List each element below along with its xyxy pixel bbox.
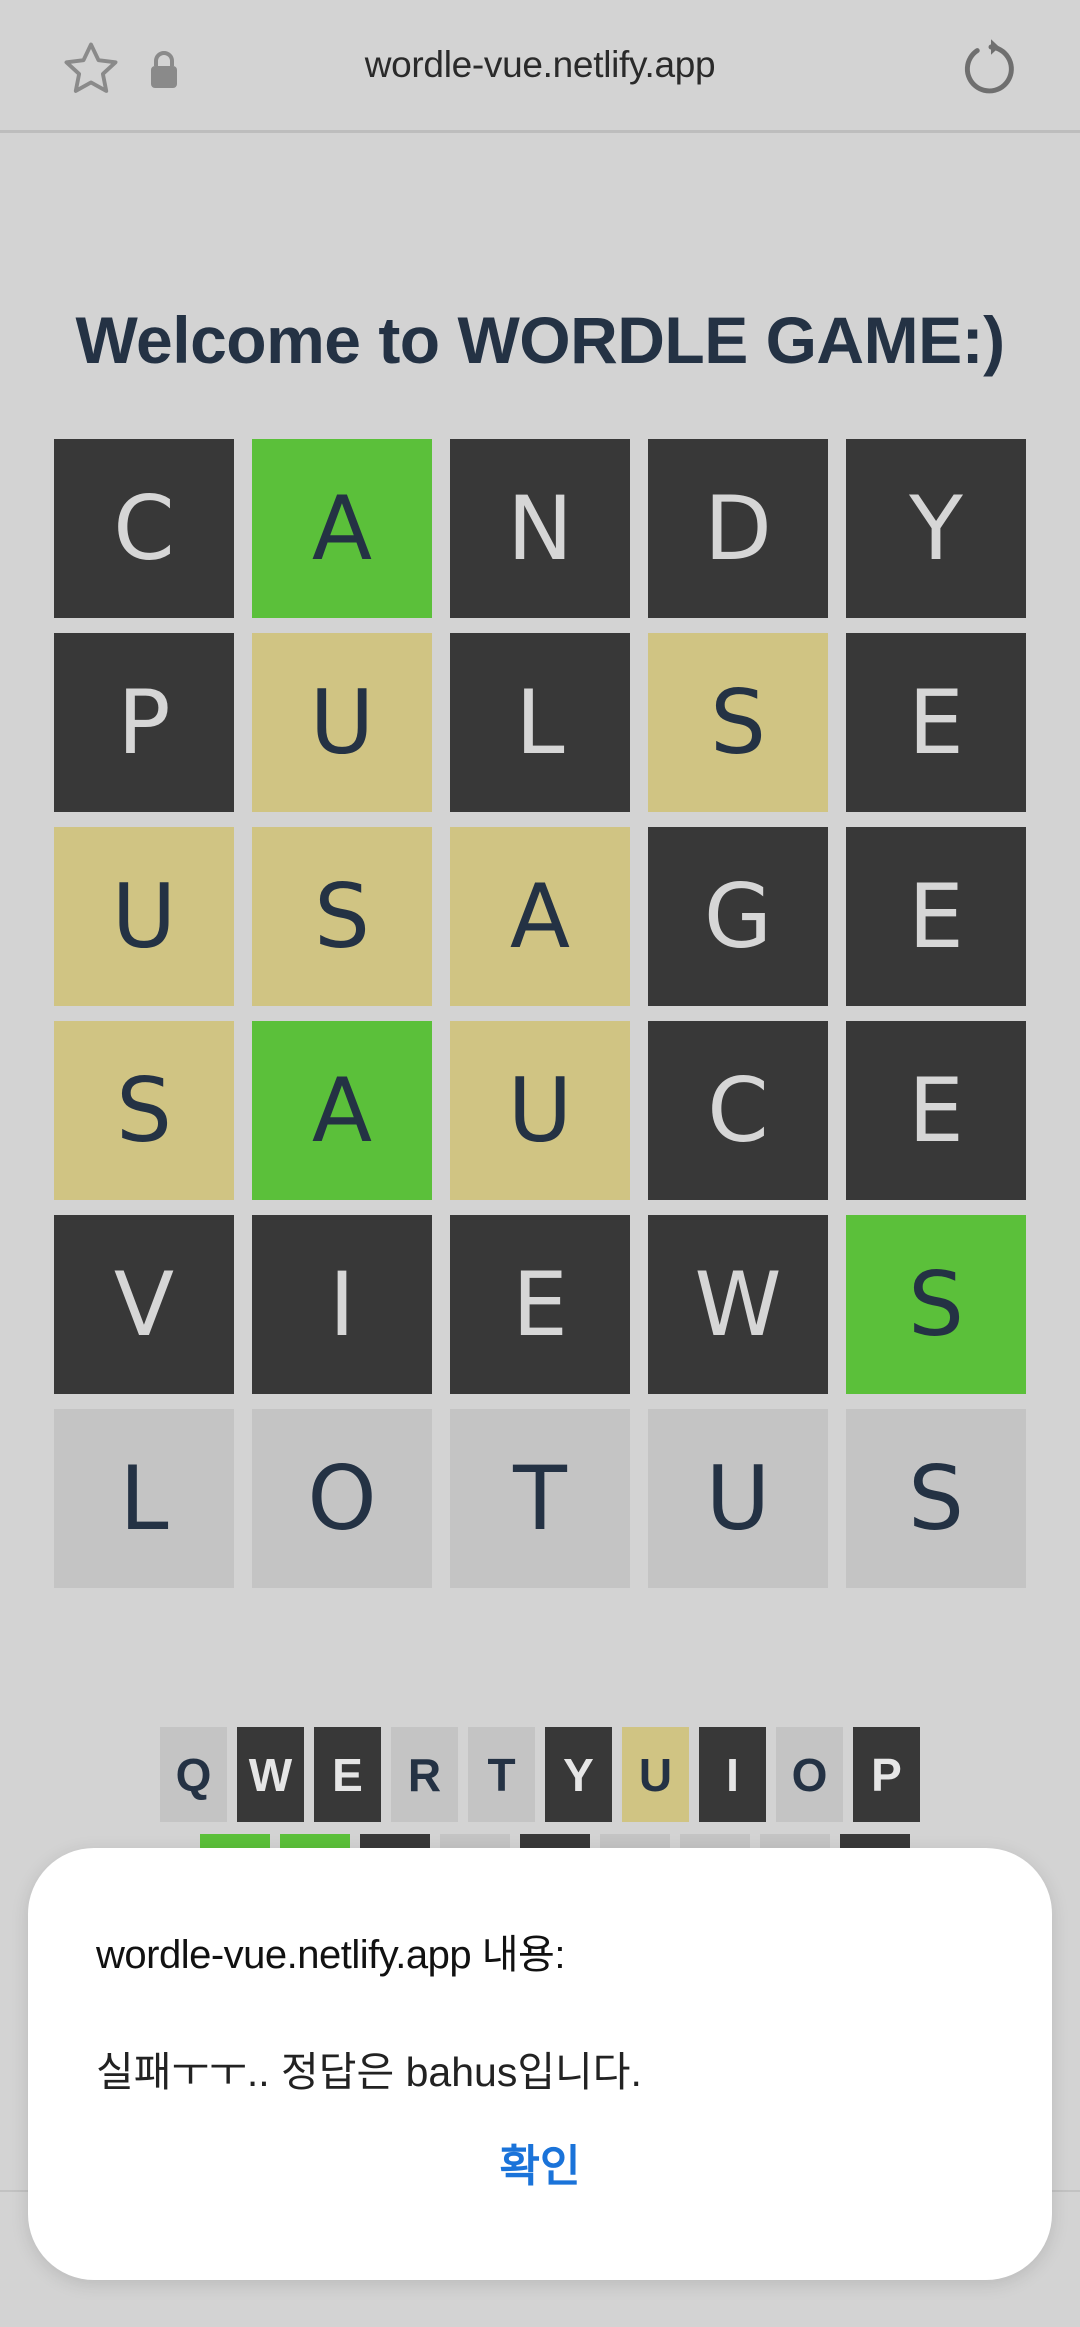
dialog-message: 실패ㅜㅜ.. 정답은 bahus입니다.: [96, 2049, 642, 2095]
alert-dialog: wordle-vue.netlify.app 내용: 실패ㅜㅜ.. 정답은 ba…: [28, 1848, 1052, 2280]
confirm-button[interactable]: 확인: [28, 2130, 1052, 2194]
dialog-title: wordle-vue.netlify.app 내용:: [96, 1933, 565, 1977]
